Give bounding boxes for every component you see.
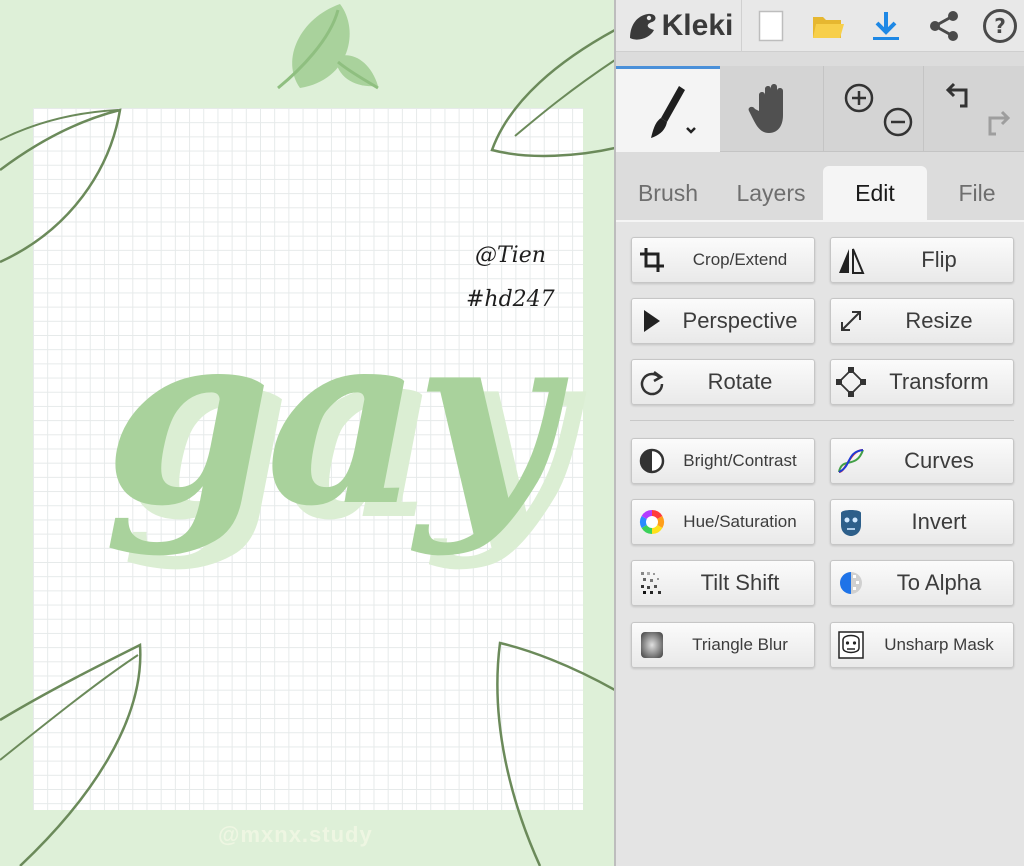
side-panel: Kleki ? Brush Layers Edit File Crop/Exte… — [616, 0, 1024, 866]
curves-label: Curves — [904, 448, 974, 473]
help-button[interactable]: ? — [978, 0, 1022, 52]
perspective-button[interactable]: Perspective — [631, 298, 815, 344]
zoom-tool[interactable] — [826, 66, 924, 152]
rotate-button[interactable]: Rotate — [631, 359, 815, 405]
curves-icon — [831, 439, 871, 483]
hue-saturation-label: Hue/Saturation — [683, 512, 797, 531]
invert-label: Invert — [911, 509, 967, 534]
rotate-icon — [632, 360, 672, 404]
open-folder-icon — [813, 17, 844, 38]
transform-button[interactable]: Transform — [830, 359, 1014, 405]
tab-brush[interactable]: Brush — [616, 166, 720, 220]
rotate-label: Rotate — [707, 369, 773, 394]
filter-separator — [630, 420, 1014, 421]
kleki-logo[interactable]: Kleki — [616, 0, 742, 52]
top-toolbar: Kleki ? — [616, 0, 1024, 52]
tab-edit[interactable]: Edit — [823, 166, 927, 220]
invert-icon — [831, 500, 871, 544]
triangle-blur-button[interactable]: Triangle Blur — [631, 622, 815, 668]
resize-label: Resize — [905, 308, 973, 333]
crop-extend-button[interactable]: Crop/Extend — [631, 237, 815, 283]
new-image-icon — [758, 10, 784, 42]
brightness-contrast-icon — [632, 439, 672, 483]
zoom-out-icon — [826, 66, 827, 67]
hue-saturation-icon — [632, 500, 672, 544]
crop-extend-label: Crop/Extend — [692, 250, 788, 269]
new-image-button[interactable] — [752, 0, 790, 52]
hand-icon — [748, 84, 783, 133]
leaf-outline-bottom-left — [0, 643, 142, 866]
triangle-blur-label: Triangle Blur — [692, 635, 788, 654]
brush-icon — [651, 85, 696, 138]
resize-icon — [831, 299, 871, 343]
svg-text:?: ? — [994, 14, 1006, 38]
flip-button[interactable]: Flip — [830, 237, 1014, 283]
zoom-out-button[interactable] — [878, 102, 918, 142]
save-button[interactable] — [866, 0, 906, 52]
tab-file[interactable]: File — [930, 166, 1024, 220]
brush-tool[interactable] — [616, 66, 720, 152]
panel-tabs: Brush Layers Edit File — [616, 166, 1024, 220]
tilt-shift-label: Tilt Shift — [700, 570, 780, 595]
hand-tool[interactable] — [720, 66, 824, 152]
invert-button[interactable]: Invert — [830, 499, 1014, 545]
resize-button[interactable]: Resize — [830, 298, 1014, 344]
logo-text: Kleki — [661, 9, 734, 42]
leaf-outline-bottom-right — [496, 641, 615, 866]
flip-label: Flip — [921, 247, 957, 272]
hue-saturation-button[interactable]: Hue/Saturation — [631, 499, 815, 545]
bright-contrast-label: Bright/Contrast — [683, 451, 797, 470]
flip-icon — [831, 238, 871, 282]
drawing-canvas[interactable]: @Tien #hd247 gay gay @mxnx.study — [0, 0, 615, 866]
tilt-shift-icon — [632, 561, 672, 605]
open-file-button[interactable] — [808, 0, 848, 52]
transform-label: Transform — [889, 369, 989, 394]
leaf-outline-top-right — [490, 28, 615, 158]
share-icon — [930, 11, 958, 41]
big-word: gay — [104, 277, 555, 559]
transform-icon — [831, 360, 871, 404]
to-alpha-icon — [831, 561, 871, 605]
unsharp-mask-label: Unsharp Mask — [884, 635, 994, 654]
unsharp-mask-icon — [831, 623, 871, 667]
share-button[interactable] — [922, 0, 966, 52]
tab-layers[interactable]: Layers — [722, 166, 820, 220]
unsharp-mask-button[interactable]: Unsharp Mask — [830, 622, 1014, 668]
to-alpha-button[interactable]: To Alpha — [830, 560, 1014, 606]
curves-button[interactable]: Curves — [830, 438, 1014, 484]
edit-panel: Crop/Extend Flip Perspective Resize Rota… — [616, 220, 1024, 866]
watermark-text: @mxnx.study — [218, 822, 373, 847]
top-leaf — [277, 4, 379, 90]
perspective-icon — [632, 299, 672, 343]
bright-contrast-button[interactable]: Bright/Contrast — [631, 438, 815, 484]
undo-redo-tools — [924, 66, 1024, 152]
help-icon: ? — [983, 9, 1017, 43]
to-alpha-label: To Alpha — [896, 570, 982, 595]
triangle-blur-icon — [632, 623, 672, 667]
redo-icon[interactable] — [976, 104, 1016, 144]
author-tag: @Tien — [475, 243, 546, 268]
crop-icon — [632, 238, 672, 282]
kleki-logo-icon — [629, 13, 656, 40]
download-icon — [873, 12, 899, 40]
undo-icon[interactable] — [940, 76, 980, 116]
tool-row — [616, 66, 1024, 152]
perspective-label: Perspective — [682, 308, 798, 333]
tilt-shift-button[interactable]: Tilt Shift — [631, 560, 815, 606]
